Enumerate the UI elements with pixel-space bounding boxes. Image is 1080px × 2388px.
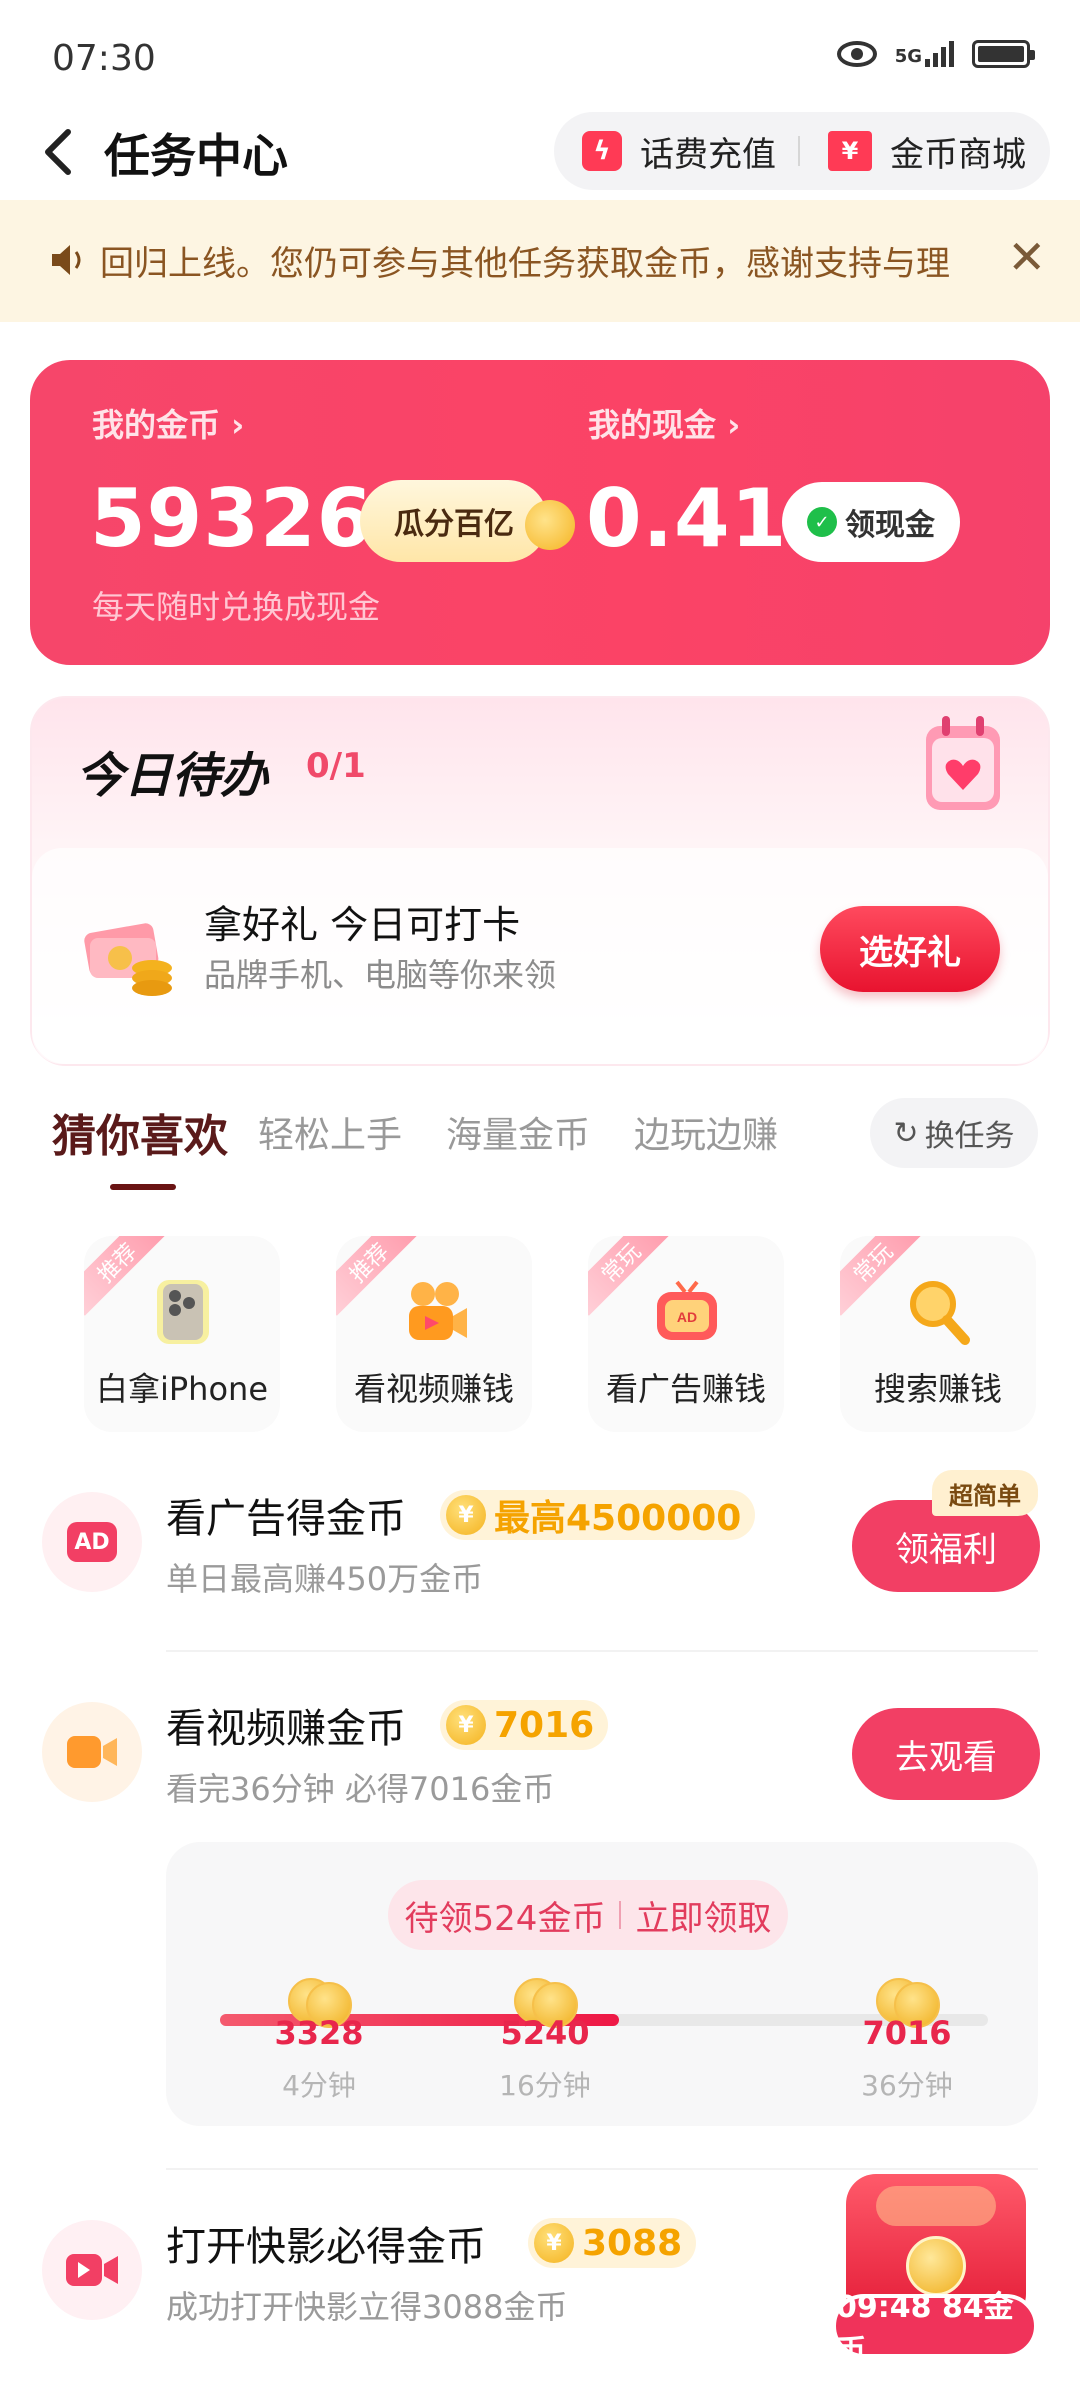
- wechat-icon: ✓: [807, 507, 837, 537]
- milestone-time: 36分钟: [861, 2069, 953, 2102]
- tile-label: 看广告赚钱: [605, 1370, 766, 1408]
- iphone-icon: [157, 1280, 209, 1344]
- tv-ad-icon: AD: [657, 1280, 717, 1340]
- svg-text:AD: AD: [677, 1309, 697, 1325]
- status-time: 07:30: [52, 38, 156, 79]
- milestone-coins: 3328: [274, 2014, 364, 2052]
- redpack-timer: 09:48 84金币: [832, 2290, 1038, 2369]
- mall-label: 金币商城: [890, 134, 1026, 175]
- notice-text: 回归上线。您仍可参与其他任务获取金币，感谢支持与理: [100, 244, 950, 284]
- todo-title: 今日待办: [76, 748, 269, 804]
- milestone: 5240 16分钟: [490, 1978, 600, 2104]
- notice-banner: 回归上线。您仍可参与其他任务获取金币，感谢支持与理 ✕: [0, 200, 1080, 322]
- today-todo-card: 今日待办 0/1 拿好礼 今日可打卡 品牌手机、电脑等你来领 选好礼: [30, 696, 1050, 1066]
- signal-icon: 5G: [895, 41, 954, 67]
- header-shortcuts: ϟ 话费充值 ¥ 金币商城: [554, 112, 1050, 190]
- task-desc: 成功打开快影立得3088金币: [166, 2288, 568, 2326]
- topup-label: 话费充值: [640, 134, 776, 175]
- chevron-left-icon: [45, 129, 71, 175]
- task-reward: ¥ 3088: [528, 2218, 697, 2268]
- tile-label: 白拿iPhone: [95, 1370, 269, 1408]
- divider: [166, 1650, 1038, 1652]
- magnifier-icon: [910, 1281, 970, 1345]
- page-title: 任务中心: [104, 129, 288, 183]
- floating-redpack[interactable]: 09:48 84金币: [832, 2170, 1046, 2380]
- claim-pending-button[interactable]: 待领524金币 立即领取: [388, 1880, 788, 1950]
- gift-coins-icon: [84, 923, 172, 996]
- task-name: 看视频赚金币: [166, 1706, 406, 1752]
- coin-icon: ¥: [446, 1705, 486, 1745]
- tab-mass-coins[interactable]: 海量金币: [446, 1106, 590, 1158]
- tab-play-and-earn[interactable]: 边玩边赚: [634, 1106, 778, 1158]
- super-simple-badge: 超简单: [932, 1470, 1038, 1516]
- topup-button[interactable]: ϟ 话费充值: [554, 127, 776, 176]
- my-cash-link[interactable]: 我的现金 ›: [588, 400, 740, 446]
- my-coins-link[interactable]: 我的金币 ›: [92, 400, 244, 446]
- milestone-time: 4分钟: [282, 2069, 356, 2102]
- tile-search-earn[interactable]: 常玩 搜索赚钱: [840, 1236, 1036, 1432]
- task-desc: 单日最高赚450万金币: [166, 1560, 484, 1598]
- coin-icon: ¥: [446, 1495, 486, 1535]
- tab-guess-you-like[interactable]: 猜你喜欢: [52, 1100, 228, 1164]
- status-bar: 07:30 5G: [0, 0, 1080, 110]
- milestone-coins: 5240: [500, 2014, 590, 2052]
- battery-icon: [972, 40, 1035, 68]
- tile-free-iphone[interactable]: 推荐 白拿iPhone: [84, 1236, 280, 1432]
- close-icon[interactable]: ✕: [1007, 230, 1046, 284]
- lightning-icon: ϟ: [582, 131, 622, 171]
- claim-cash-button[interactable]: ✓ 领现金: [782, 482, 960, 562]
- tile-watch-ads[interactable]: 常玩 AD 看广告赚钱: [588, 1236, 784, 1432]
- choose-gift-button[interactable]: 选好礼: [820, 906, 1000, 992]
- refresh-icon: ↻: [893, 1115, 919, 1151]
- ad-icon: AD: [42, 1492, 142, 1592]
- video-camera-icon: [409, 1282, 467, 1340]
- task-reward: ¥ 最高4500000: [440, 1490, 756, 1540]
- coins-value: 59326: [90, 472, 374, 565]
- task-name: 打开快影必得金币: [166, 2224, 486, 2270]
- active-tab-indicator: [110, 1184, 176, 1190]
- task-desc: 看完36分钟 必得7016金币: [166, 1770, 555, 1808]
- network-type: 5G: [894, 46, 922, 67]
- coin-icon: [525, 500, 575, 550]
- back-button[interactable]: [34, 122, 84, 182]
- milestone: 3328 4分钟: [264, 1978, 374, 2104]
- eye-icon: [836, 41, 877, 67]
- video-icon: [42, 1702, 142, 1802]
- milestone: 7016 36分钟: [852, 1978, 962, 2104]
- todo-item-desc: 品牌手机、电脑等你来领: [204, 956, 557, 994]
- calendar-heart-icon: [926, 716, 1000, 810]
- todo-item-title: 拿好礼 今日可打卡: [204, 903, 521, 947]
- swap-tasks-button[interactable]: ↻ 换任务: [870, 1098, 1038, 1168]
- share-bubble[interactable]: 瓜分百亿: [360, 480, 548, 562]
- tile-watch-video[interactable]: 推荐 看视频赚钱: [336, 1236, 532, 1432]
- task-reward: ¥ 7016: [440, 1700, 609, 1750]
- wallet-subtitle: 每天随时兑换成现金: [92, 588, 381, 626]
- video-progress-panel: 待领524金币 立即领取 3328 4分钟 5240 16分钟 7016 36分…: [166, 1842, 1038, 2126]
- tile-label: 搜索赚钱: [873, 1370, 1002, 1408]
- milestone-time: 16分钟: [499, 2069, 591, 2102]
- cash-value: 0.41: [586, 472, 788, 565]
- todo-item: 拿好礼 今日可打卡 品牌手机、电脑等你来领 选好礼: [32, 848, 1048, 1064]
- tile-label: 看视频赚钱: [353, 1370, 514, 1408]
- go-watch-button[interactable]: 去观看: [852, 1708, 1040, 1800]
- wallet-card: 我的金币 › 59326 瓜分百亿 我的现金 › 0.41 ✓ 领现金 每天随时…: [30, 360, 1050, 665]
- status-icons: 5G: [836, 40, 1035, 68]
- task-tabs: 猜你喜欢 轻松上手 海量金币 边玩边赚 ↻ 换任务: [0, 1096, 1080, 1196]
- mall-icon: ¥: [828, 131, 872, 171]
- app-header: 任务中心 ϟ 话费充值 ¥ 金币商城: [0, 110, 1080, 200]
- milestone-coins: 7016: [862, 2014, 952, 2052]
- task-name: 看广告得金币: [166, 1496, 406, 1542]
- coin-mall-button[interactable]: ¥ 金币商城: [800, 127, 1026, 176]
- coin-icon: ¥: [534, 2223, 574, 2263]
- tab-easy-start[interactable]: 轻松上手: [258, 1106, 402, 1158]
- todo-count: 0/1: [306, 746, 366, 786]
- speaker-icon: [52, 245, 81, 275]
- kuaiying-icon: [42, 2220, 142, 2320]
